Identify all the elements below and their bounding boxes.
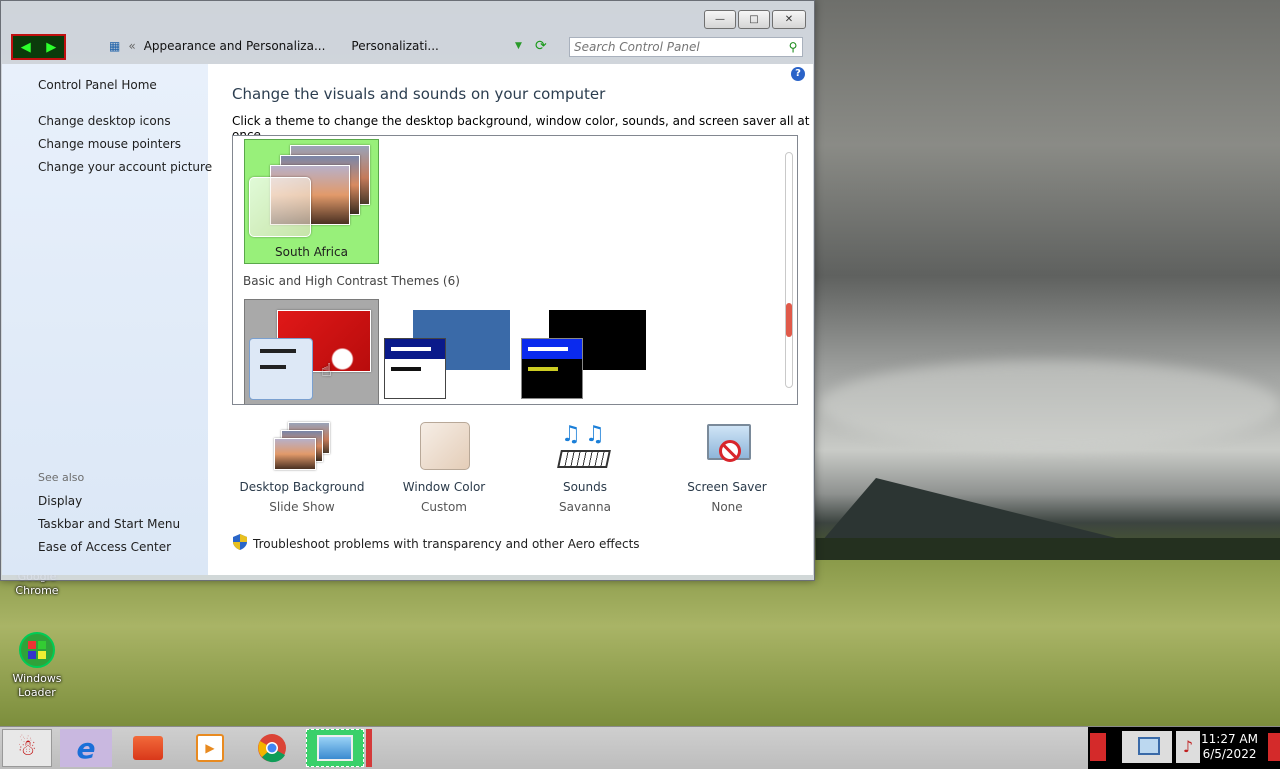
desktop-background-icon bbox=[274, 422, 330, 472]
desktop-background-option[interactable]: Desktop Background Slide Show bbox=[232, 422, 372, 514]
scroll-thumb[interactable] bbox=[786, 303, 792, 337]
troubleshoot-aero-link[interactable]: Troubleshoot problems with transparency … bbox=[233, 534, 640, 553]
search-icon[interactable]: ⚲ bbox=[784, 40, 802, 54]
sidebar-change-mouse-pointers[interactable]: Change mouse pointers bbox=[38, 137, 181, 151]
sidebar-display[interactable]: Display bbox=[38, 494, 82, 508]
show-desktop-button[interactable] bbox=[1268, 733, 1280, 761]
mouse-cursor-icon: ☝ bbox=[321, 360, 332, 381]
internet-explorer-icon: e bbox=[76, 731, 96, 765]
santa-start-icon: ☃ bbox=[17, 735, 37, 761]
screen-saver-option[interactable]: Screen Saver None bbox=[657, 422, 797, 514]
minimize-button[interactable]: — bbox=[704, 10, 736, 29]
theme-scrollbar[interactable] bbox=[785, 152, 793, 388]
address-bar: ◀ ▶ ▦ « Appearance and Personaliza... Pe… bbox=[9, 34, 807, 62]
nav-buttons: ◀ ▶ bbox=[11, 34, 66, 60]
theme-south-africa[interactable]: South Africa bbox=[244, 139, 379, 264]
window-color-icon bbox=[416, 422, 472, 472]
option-value: None bbox=[711, 500, 743, 514]
breadcrumb-appearance[interactable]: Appearance and Personaliza... bbox=[144, 39, 326, 53]
window-color-option[interactable]: Window Color Custom bbox=[374, 422, 514, 514]
option-name: Window Color bbox=[402, 480, 486, 494]
theme-label: South Africa bbox=[275, 245, 348, 259]
theme-list: South Africa Basic and High Contrast The… bbox=[232, 135, 798, 405]
forward-arrow-icon[interactable]: ▶ bbox=[46, 40, 56, 55]
sidebar-change-desktop-icons[interactable]: Change desktop icons bbox=[38, 114, 171, 128]
media-player-icon: ▶ bbox=[196, 734, 224, 762]
taskbar-file-explorer[interactable] bbox=[122, 729, 174, 767]
theme-window-preview bbox=[384, 338, 446, 399]
search-input[interactable] bbox=[570, 39, 784, 55]
address-dropdown-icon[interactable]: ▼ bbox=[515, 41, 522, 51]
desktop-icon-windows-loader[interactable]: Windows Loader bbox=[5, 630, 69, 700]
windows-loader-icon bbox=[17, 630, 57, 670]
tree-line bbox=[816, 538, 1280, 560]
theme-glass-preview bbox=[249, 177, 311, 237]
clock[interactable]: 11:27 AM 6/5/2022 bbox=[1201, 732, 1258, 762]
grass-field bbox=[0, 560, 1280, 726]
theme-basic-3[interactable] bbox=[521, 306, 651, 401]
clock-date: 6/5/2022 bbox=[1202, 747, 1257, 761]
option-name: Desktop Background bbox=[239, 480, 365, 494]
sidebar-change-account-picture[interactable]: Change your account picture bbox=[38, 160, 212, 174]
sidebar-taskbar-start-menu[interactable]: Taskbar and Start Menu bbox=[38, 517, 180, 531]
basic-themes-heading: Basic and High Contrast Themes (6) bbox=[243, 274, 460, 288]
refresh-icon[interactable]: ⟳ bbox=[535, 38, 547, 54]
troubleshoot-label: Troubleshoot problems with transparency … bbox=[253, 536, 640, 551]
taskbar-chrome[interactable] bbox=[246, 729, 298, 767]
breadcrumb: ▦ « Appearance and Personaliza... Person… bbox=[109, 39, 439, 53]
sidebar-control-panel-home[interactable]: Control Panel Home bbox=[38, 78, 157, 92]
taskbar-media-player[interactable]: ▶ bbox=[184, 729, 236, 767]
option-name: Screen Saver bbox=[687, 480, 767, 494]
option-name: Sounds bbox=[562, 480, 608, 494]
breadcrumb-separator-icon[interactable]: « bbox=[128, 39, 135, 53]
start-button[interactable]: ☃ bbox=[2, 729, 52, 767]
theme-options: Desktop Background Slide Show Window Col… bbox=[232, 422, 798, 522]
help-icon[interactable]: ? bbox=[791, 67, 805, 81]
page-title: Change the visuals and sounds on your co… bbox=[232, 85, 606, 103]
theme-window-preview bbox=[521, 338, 583, 399]
sidebar: Control Panel Home Change desktop icons … bbox=[2, 64, 212, 575]
theme-window-preview bbox=[249, 338, 313, 400]
folder-icon bbox=[133, 736, 163, 760]
desktop-icon-label: Windows Loader bbox=[12, 672, 62, 699]
window-controls: — □ ✕ bbox=[704, 10, 806, 29]
see-also-label: See also bbox=[38, 471, 85, 484]
theme-basic-2[interactable] bbox=[384, 306, 514, 401]
taskbar-internet-explorer[interactable]: e bbox=[60, 729, 112, 767]
screen-saver-icon bbox=[699, 422, 755, 472]
chrome-icon bbox=[258, 734, 286, 763]
option-value: Savanna bbox=[559, 500, 611, 514]
taskbar-separator bbox=[366, 729, 372, 767]
sounds-icon: ♫ ♫ bbox=[557, 422, 613, 472]
back-arrow-icon[interactable]: ◀ bbox=[21, 40, 31, 55]
system-tray: ♪ 11:27 AM 6/5/2022 bbox=[1088, 727, 1280, 769]
window-content: Control Panel Home Change desktop icons … bbox=[2, 64, 813, 575]
sidebar-ease-of-access[interactable]: Ease of Access Center bbox=[38, 540, 171, 554]
taskbar-control-panel[interactable] bbox=[306, 729, 364, 767]
tray-flag-icon[interactable] bbox=[1090, 733, 1106, 761]
search-box: ⚲ bbox=[569, 37, 803, 57]
control-panel-window: — □ ✕ ◀ ▶ ▦ « Appearance and Personaliza… bbox=[0, 0, 815, 581]
clock-time: 11:27 AM bbox=[1201, 732, 1258, 746]
sounds-option[interactable]: ♫ ♫ Sounds Savanna bbox=[515, 422, 655, 514]
option-value: Slide Show bbox=[269, 500, 335, 514]
taskbar: ☃ e ▶ ♪ 11:27 AM 6/5/2022 bbox=[0, 726, 1280, 769]
maximize-button[interactable]: □ bbox=[738, 10, 770, 29]
control-panel-icon: ▦ bbox=[109, 39, 121, 53]
breadcrumb-personalization[interactable]: Personalizati... bbox=[351, 39, 438, 53]
cloud bbox=[820, 360, 1280, 450]
network-icon[interactable] bbox=[1122, 731, 1172, 763]
close-button[interactable]: ✕ bbox=[772, 10, 806, 29]
shield-icon bbox=[233, 534, 247, 553]
volume-icon[interactable]: ♪ bbox=[1176, 731, 1200, 763]
theme-basic-1[interactable]: ☝ bbox=[244, 299, 379, 404]
option-value: Custom bbox=[421, 500, 467, 514]
personalization-icon bbox=[317, 735, 353, 761]
